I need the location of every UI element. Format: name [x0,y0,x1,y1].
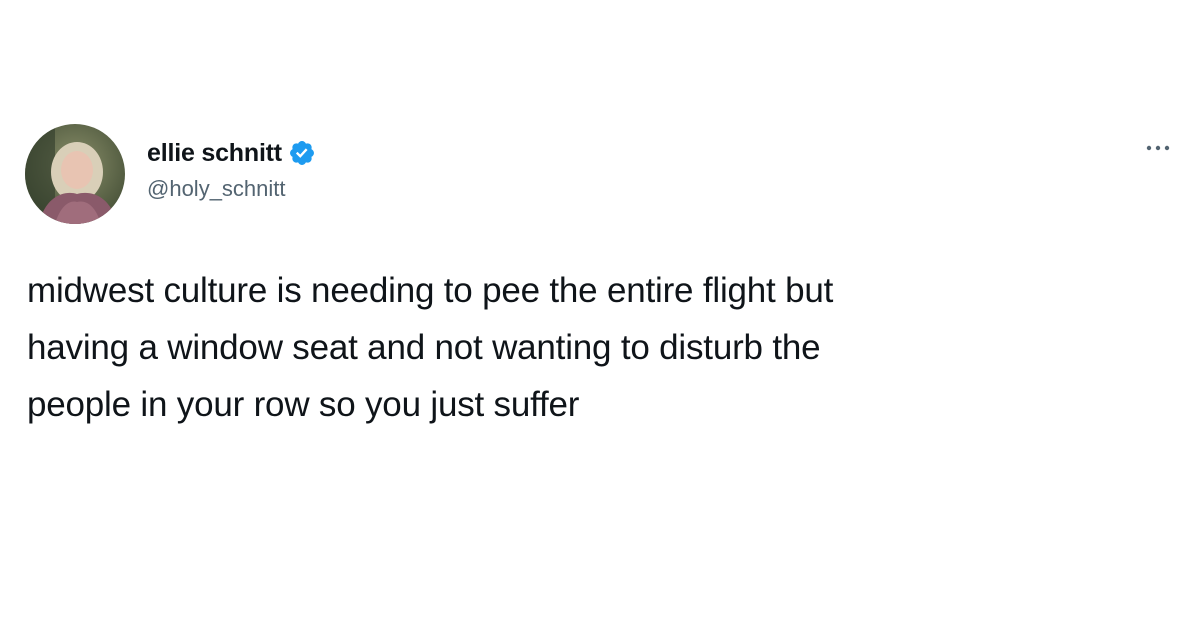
verified-badge-icon [288,139,316,167]
handle[interactable]: @holy_schnitt [147,176,316,202]
author-info: ellie schnitt @holy_schnitt [147,136,316,202]
profile-photo-icon [25,124,125,224]
tweet-card: ellie schnitt @holy_schnitt midwest cult… [0,0,1200,630]
name-row: ellie schnitt [147,136,316,170]
display-name[interactable]: ellie schnitt [147,139,282,168]
avatar[interactable] [25,124,125,224]
tweet-text: midwest culture is needing to pee the en… [27,271,834,424]
more-options-icon[interactable] [1140,138,1176,158]
